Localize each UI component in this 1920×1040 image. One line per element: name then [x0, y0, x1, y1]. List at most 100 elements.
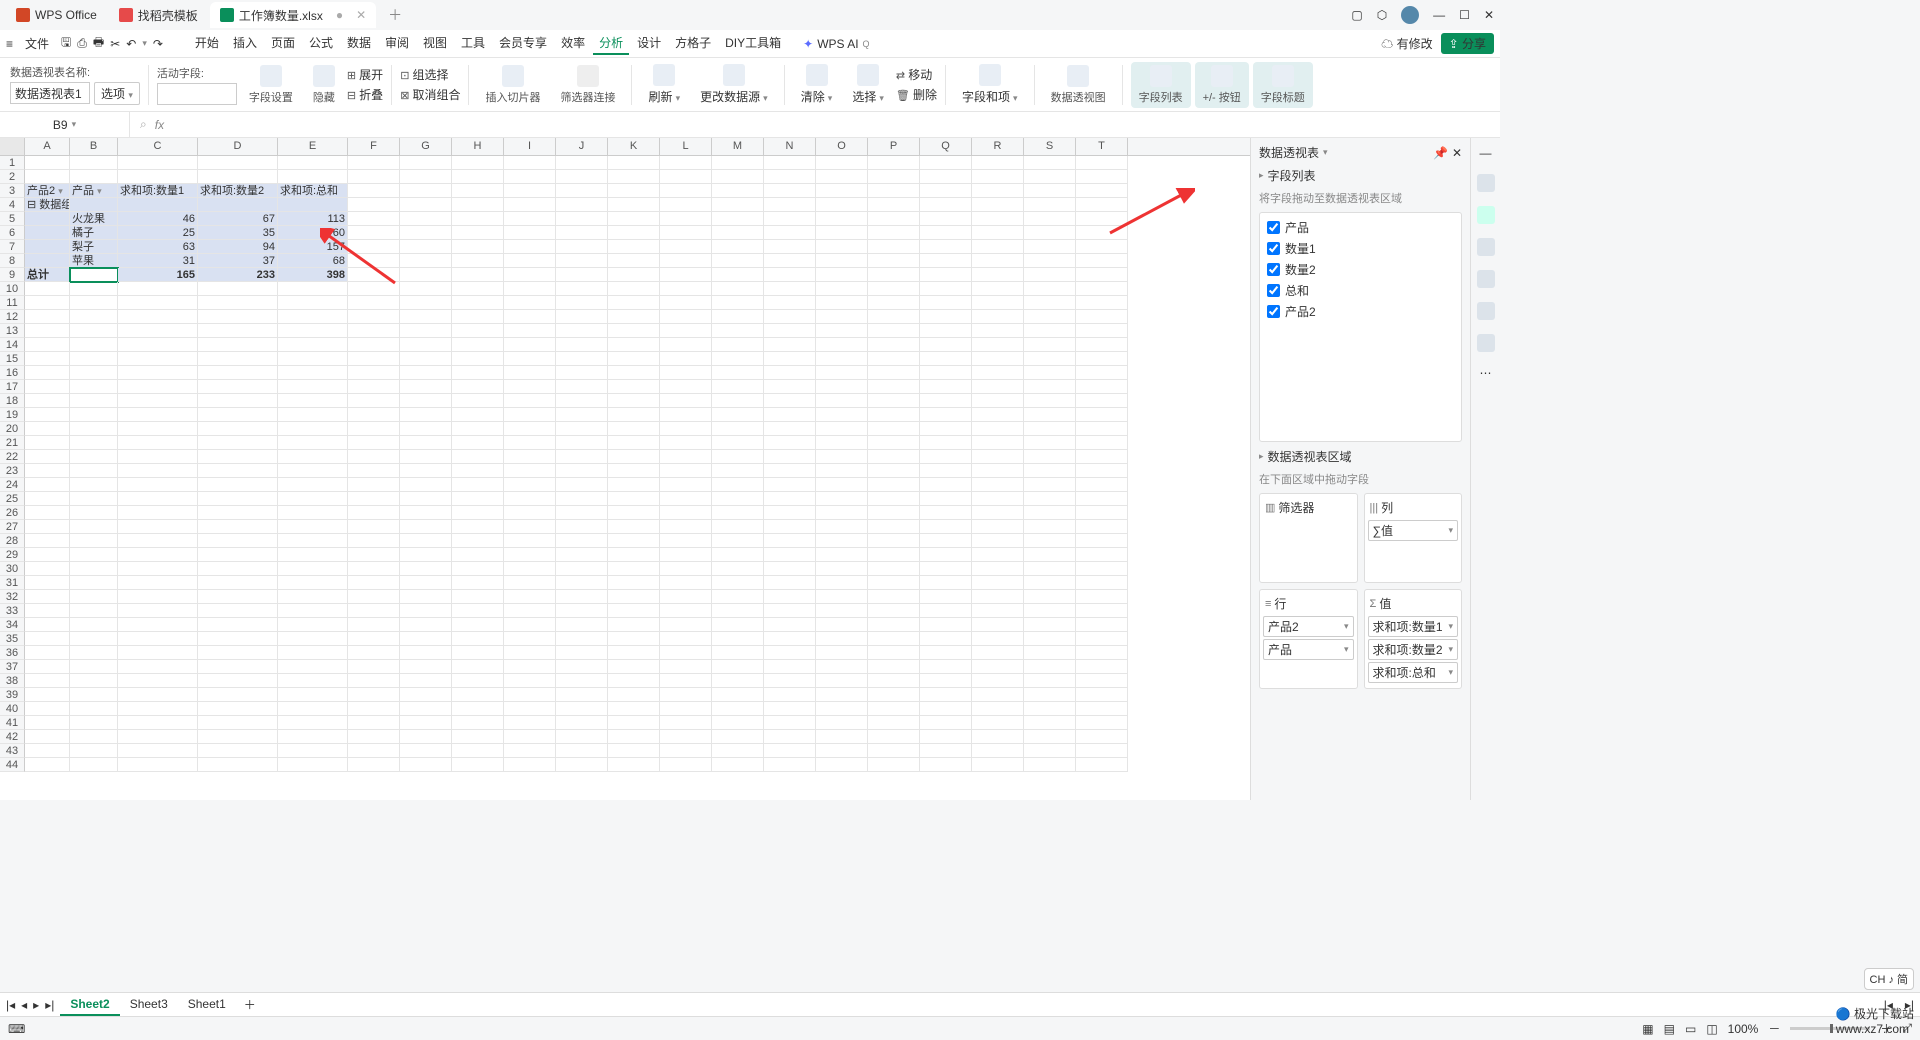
col-header[interactable]: J [556, 138, 608, 155]
area-item[interactable]: 产品2▾ [1263, 616, 1354, 637]
cell[interactable] [868, 464, 920, 478]
cell[interactable] [278, 324, 348, 338]
cell[interactable] [920, 632, 972, 646]
cell[interactable] [504, 716, 556, 730]
cell[interactable] [972, 576, 1024, 590]
cell[interactable] [70, 758, 118, 772]
cell[interactable] [1076, 730, 1128, 744]
cell[interactable] [972, 688, 1024, 702]
cell[interactable] [1076, 422, 1128, 436]
row-header[interactable]: 38 [0, 674, 25, 688]
cell[interactable] [972, 436, 1024, 450]
area-item[interactable]: 求和项:数量1▾ [1368, 616, 1459, 637]
cell[interactable] [712, 590, 764, 604]
cell[interactable] [1024, 604, 1076, 618]
cell[interactable] [118, 744, 198, 758]
cell[interactable] [608, 730, 660, 744]
cell[interactable] [556, 310, 608, 324]
cell[interactable] [504, 394, 556, 408]
cell[interactable] [1076, 576, 1128, 590]
cell[interactable] [198, 506, 278, 520]
cell[interactable] [608, 310, 660, 324]
cell[interactable] [400, 338, 452, 352]
cell[interactable]: 165 [118, 268, 198, 282]
cell[interactable] [452, 688, 504, 702]
cell[interactable] [1024, 366, 1076, 380]
cell[interactable] [816, 744, 868, 758]
cell[interactable] [278, 198, 348, 212]
cell[interactable] [25, 744, 70, 758]
cell[interactable] [25, 324, 70, 338]
cell[interactable] [764, 310, 816, 324]
cell[interactable] [1076, 562, 1128, 576]
cell[interactable] [1076, 464, 1128, 478]
cell[interactable] [712, 296, 764, 310]
cell[interactable] [1024, 408, 1076, 422]
cell[interactable] [400, 394, 452, 408]
cell[interactable] [452, 716, 504, 730]
cell[interactable] [400, 156, 452, 170]
cell[interactable] [920, 296, 972, 310]
cell[interactable] [452, 380, 504, 394]
cell[interactable] [764, 184, 816, 198]
cell[interactable] [816, 240, 868, 254]
cell[interactable] [972, 674, 1024, 688]
cell[interactable] [348, 618, 400, 632]
cell[interactable] [504, 464, 556, 478]
cell[interactable] [198, 618, 278, 632]
row-header[interactable]: 18 [0, 394, 25, 408]
cell[interactable] [868, 744, 920, 758]
cell[interactable] [348, 240, 400, 254]
cell[interactable] [400, 324, 452, 338]
cell[interactable] [198, 562, 278, 576]
cell[interactable] [70, 730, 118, 744]
cell[interactable] [764, 366, 816, 380]
cell[interactable] [816, 226, 868, 240]
cell[interactable] [868, 660, 920, 674]
cell[interactable] [348, 198, 400, 212]
view-page-icon[interactable]: ▤ [1664, 1022, 1675, 1036]
area-item[interactable]: 求和项:总和▾ [1368, 662, 1459, 683]
col-header[interactable]: I [504, 138, 556, 155]
cell[interactable] [198, 534, 278, 548]
cell[interactable] [556, 324, 608, 338]
cell[interactable] [452, 156, 504, 170]
cell[interactable] [816, 660, 868, 674]
row-header[interactable]: 12 [0, 310, 25, 324]
cell[interactable] [118, 576, 198, 590]
cell[interactable] [712, 170, 764, 184]
cell[interactable] [348, 268, 400, 282]
cell[interactable] [712, 646, 764, 660]
cell[interactable] [452, 702, 504, 716]
cell[interactable] [504, 576, 556, 590]
cell[interactable] [868, 240, 920, 254]
row-header[interactable]: 5 [0, 212, 25, 226]
cell[interactable] [712, 744, 764, 758]
row-header[interactable]: 15 [0, 352, 25, 366]
cell[interactable] [920, 464, 972, 478]
title-tab[interactable]: WPS Office [6, 2, 107, 28]
cell[interactable] [1076, 380, 1128, 394]
hide-button[interactable]: 隐藏 [305, 65, 343, 105]
row-header[interactable]: 29 [0, 548, 25, 562]
cell[interactable] [452, 576, 504, 590]
cell[interactable] [1024, 296, 1076, 310]
cell[interactable] [1076, 492, 1128, 506]
cell[interactable] [118, 352, 198, 366]
cell[interactable] [118, 730, 198, 744]
cell[interactable] [400, 464, 452, 478]
cell[interactable] [816, 296, 868, 310]
cell[interactable] [1024, 716, 1076, 730]
cell[interactable] [504, 632, 556, 646]
cell[interactable] [278, 604, 348, 618]
cell[interactable] [348, 688, 400, 702]
cell[interactable] [400, 310, 452, 324]
cell[interactable] [816, 506, 868, 520]
col-header[interactable]: F [348, 138, 400, 155]
cell[interactable] [660, 478, 712, 492]
cell[interactable] [452, 492, 504, 506]
cell[interactable] [348, 212, 400, 226]
select-all-corner[interactable] [0, 138, 25, 155]
cell[interactable] [198, 674, 278, 688]
cell[interactable] [660, 590, 712, 604]
